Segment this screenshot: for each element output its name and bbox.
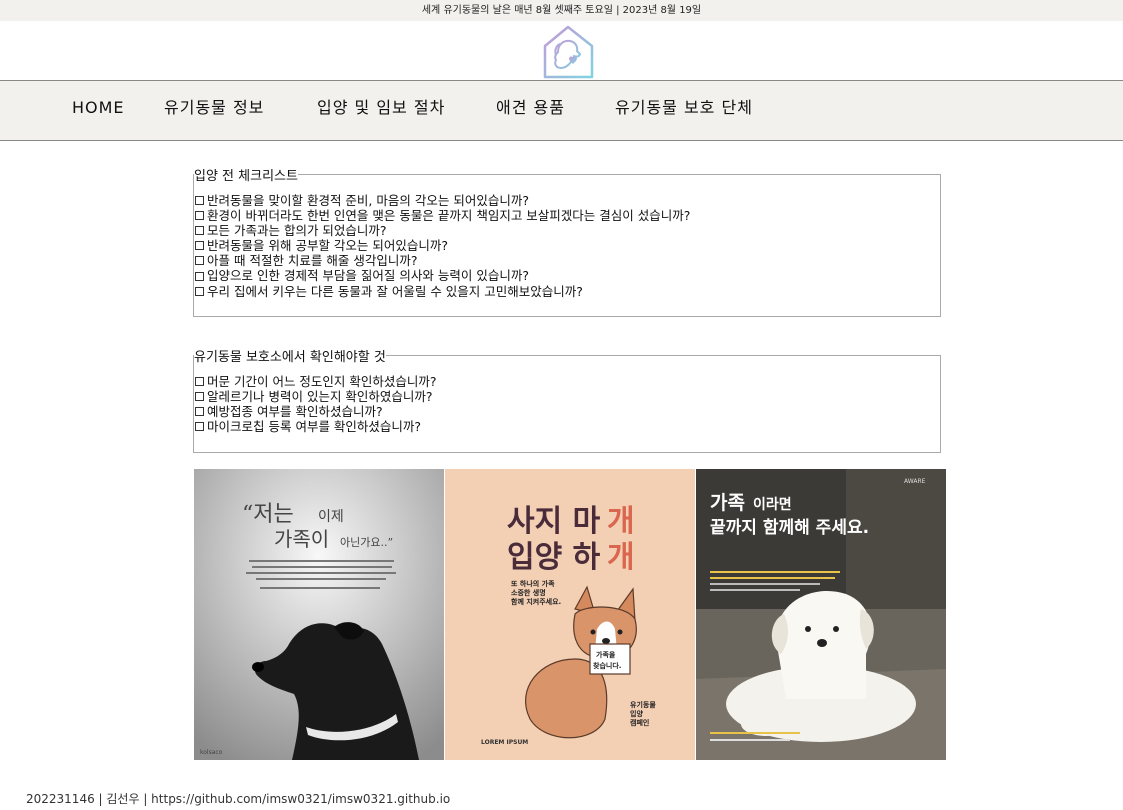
checklist-item-label: 입양으로 인한 경제적 부담을 짊어질 의사와 능력이 있습니까? bbox=[207, 268, 529, 284]
announcement-bar: 세계 유기동물의 날은 매년 8월 셋째주 토요일 | 2023년 8월 19일 bbox=[0, 0, 1123, 21]
checkbox[interactable] bbox=[195, 196, 204, 206]
poster-2-line-2b: 개 bbox=[607, 540, 635, 575]
poster-2-line-1b: 개 bbox=[607, 504, 635, 539]
poster-2-sub-3: 함께 지켜주세요. bbox=[511, 597, 561, 606]
checkbox[interactable] bbox=[195, 241, 204, 251]
checkbox[interactable] bbox=[195, 377, 204, 387]
checkbox[interactable] bbox=[195, 226, 204, 236]
checklist-item[interactable]: 환경이 바뀌더라도 한번 인연을 맺은 동물은 끝까지 책임지고 보살피겠다는 … bbox=[195, 208, 940, 223]
checklist-item-label: 환경이 바뀌더라도 한번 인연을 맺은 동물은 끝까지 책임지고 보살피겠다는 … bbox=[207, 208, 691, 224]
poster-1-headline-2: 가족이 bbox=[274, 527, 329, 551]
checkbox[interactable] bbox=[195, 422, 204, 432]
checklist-item-label: 우리 집에서 키우는 다른 동물과 잘 어울릴 수 있을지 고민해보았습니까? bbox=[207, 283, 583, 299]
poster-1-headline-b: 이제 bbox=[318, 509, 344, 525]
checkbox[interactable] bbox=[195, 271, 204, 281]
checklist-item-label: 머문 기간이 어느 정도인지 확인하셨습니까? bbox=[207, 374, 437, 389]
poster-3-line-1b: 이라면 bbox=[753, 496, 792, 513]
poster-2-line-2: 입양 하 bbox=[507, 540, 601, 575]
site-logo[interactable] bbox=[542, 24, 595, 79]
nav-abandoned-animal-info[interactable]: 유기동물 정보 bbox=[164, 81, 264, 134]
checklist-item-label: 알레르기나 병력이 있는지 확인하였습니까? bbox=[207, 389, 433, 405]
poster-1-headline-2b: 아닌가요..” bbox=[340, 536, 393, 549]
poster-2-side-1: 유기동물 bbox=[630, 700, 656, 709]
campaign-posters: “저는 이제 가족이 아닌가요..” kolsaco 사지 마 개 입양 하 개… bbox=[194, 469, 946, 760]
checklist-item[interactable]: 예방접종 여부를 확인하셨습니까? bbox=[195, 404, 940, 419]
checkbox[interactable] bbox=[195, 256, 204, 266]
poster-2-sub-2: 소중한 생명 bbox=[511, 588, 546, 597]
checkbox[interactable] bbox=[195, 392, 204, 402]
poster-2-lorem: LOREM IPSUM bbox=[481, 739, 528, 746]
poster-3-line-1: 가족 bbox=[710, 492, 745, 514]
announcement-text: 세계 유기동물의 날은 매년 8월 셋째주 토요일 | 2023년 8월 19일 bbox=[421, 5, 702, 16]
page-footer: 202231146 | 김선우 | https://github.com/ims… bbox=[26, 790, 450, 807]
checklist-item[interactable]: 반려동물을 맞이할 환경적 준비, 마음의 각오는 되어있습니까? bbox=[195, 193, 940, 208]
checklist-item-label: 마이크로칩 등록 여부를 확인하셨습니까? bbox=[207, 419, 422, 435]
checkbox[interactable] bbox=[195, 286, 204, 296]
checklist-item[interactable]: 우리 집에서 키우는 다른 동물과 잘 어울릴 수 있을지 고민해보았습니까? bbox=[195, 284, 940, 299]
pre-adoption-checklist: 입양 전 체크리스트 반려동물을 맞이할 환경적 준비, 마음의 각오는 되어있… bbox=[193, 165, 941, 317]
checklist-item[interactable]: 머문 기간이 어느 정도인지 확인하셨습니까? bbox=[195, 374, 940, 389]
house-dog-heart-logo-icon bbox=[543, 25, 594, 79]
checklist-item[interactable]: 모든 가족과는 합의가 되었습니까? bbox=[195, 223, 940, 238]
poster-2-side-2: 입양 bbox=[630, 709, 643, 718]
poster-3-line-2: 끝까지 함께해 주세요. bbox=[710, 517, 869, 538]
checklist-item[interactable]: 알레르기나 병력이 있는지 확인하였습니까? bbox=[195, 389, 940, 404]
poster-not-family-anymore: “저는 이제 가족이 아닌가요..” kolsaco bbox=[194, 469, 444, 760]
poster-adopt-dont-shop: 사지 마 개 입양 하 개 또 하나의 가족 소중한 생명 함께 지켜주세요. … bbox=[445, 469, 695, 760]
checklist-item[interactable]: 마이크로칩 등록 여부를 확인하셨습니까? bbox=[195, 419, 940, 434]
checklist-item-label: 반려동물을 맞이할 환경적 준비, 마음의 각오는 되어있습니까? bbox=[207, 193, 529, 208]
checklist-item-label: 반려동물을 위해 공부할 각오는 되어있습니까? bbox=[207, 238, 449, 254]
main-nav: HOME 유기동물 정보 입양 및 임보 절차 애견 용품 유기동물 보호 단체 bbox=[0, 80, 1123, 141]
poster-1-artwork: “저는 이제 가족이 아닌가요..” kolsaco bbox=[194, 469, 444, 760]
pre-adoption-checklist-title: 입양 전 체크리스트 bbox=[194, 169, 298, 184]
footer-text: 202231146 | 김선우 | https://github.com/ims… bbox=[26, 792, 451, 806]
checklist-item-label: 모든 가족과는 합의가 되었습니까? bbox=[207, 223, 387, 239]
poster-2-side-3: 캠페인 bbox=[630, 718, 649, 727]
checklist-item[interactable]: 입양으로 인한 경제적 부담을 짊어질 의사와 능력이 있습니까? bbox=[195, 268, 940, 283]
poster-2-sign-1: 가족을 bbox=[596, 650, 616, 659]
poster-together-till-end: 가족 이라면 끝까지 함께해 주세요. AWARE bbox=[696, 469, 946, 760]
nav-adoption-foster-procedure[interactable]: 입양 및 임보 절차 bbox=[317, 81, 445, 134]
checklist-item-label: 예방접종 여부를 확인하셨습니까? bbox=[207, 404, 383, 420]
nav-home[interactable]: HOME bbox=[72, 81, 125, 134]
poster-2-sign-2: 찾습니다. bbox=[593, 661, 621, 670]
poster-3-brand: AWARE bbox=[904, 478, 926, 485]
poster-2-artwork: 사지 마 개 입양 하 개 또 하나의 가족 소중한 생명 함께 지켜주세요. … bbox=[445, 469, 695, 760]
shelter-checklist-title: 유기동물 보호소에서 확인해야할 것 bbox=[194, 350, 386, 365]
checklist-item-label: 아플 때 적절한 치료를 해줄 생각입니까? bbox=[207, 253, 418, 269]
poster-1-brand: kolsaco bbox=[200, 749, 223, 756]
nav-protection-organizations[interactable]: 유기동물 보호 단체 bbox=[615, 81, 753, 134]
poster-2-sub-1: 또 하나의 가족 bbox=[511, 579, 555, 588]
poster-3-artwork: 가족 이라면 끝까지 함께해 주세요. AWARE bbox=[696, 469, 946, 760]
checkbox[interactable] bbox=[195, 211, 204, 221]
shelter-checklist: 유기동물 보호소에서 확인해야할 것 머문 기간이 어느 정도인지 확인하셨습니… bbox=[193, 346, 941, 453]
checkbox[interactable] bbox=[195, 407, 204, 417]
poster-1-headline: “저는 bbox=[242, 502, 294, 527]
checklist-item[interactable]: 반려동물을 위해 공부할 각오는 되어있습니까? bbox=[195, 238, 940, 253]
nav-pet-supplies[interactable]: 애견 용품 bbox=[496, 81, 565, 134]
checklist-item[interactable]: 아플 때 적절한 치료를 해줄 생각입니까? bbox=[195, 253, 940, 268]
poster-2-line-1: 사지 마 bbox=[507, 504, 601, 539]
